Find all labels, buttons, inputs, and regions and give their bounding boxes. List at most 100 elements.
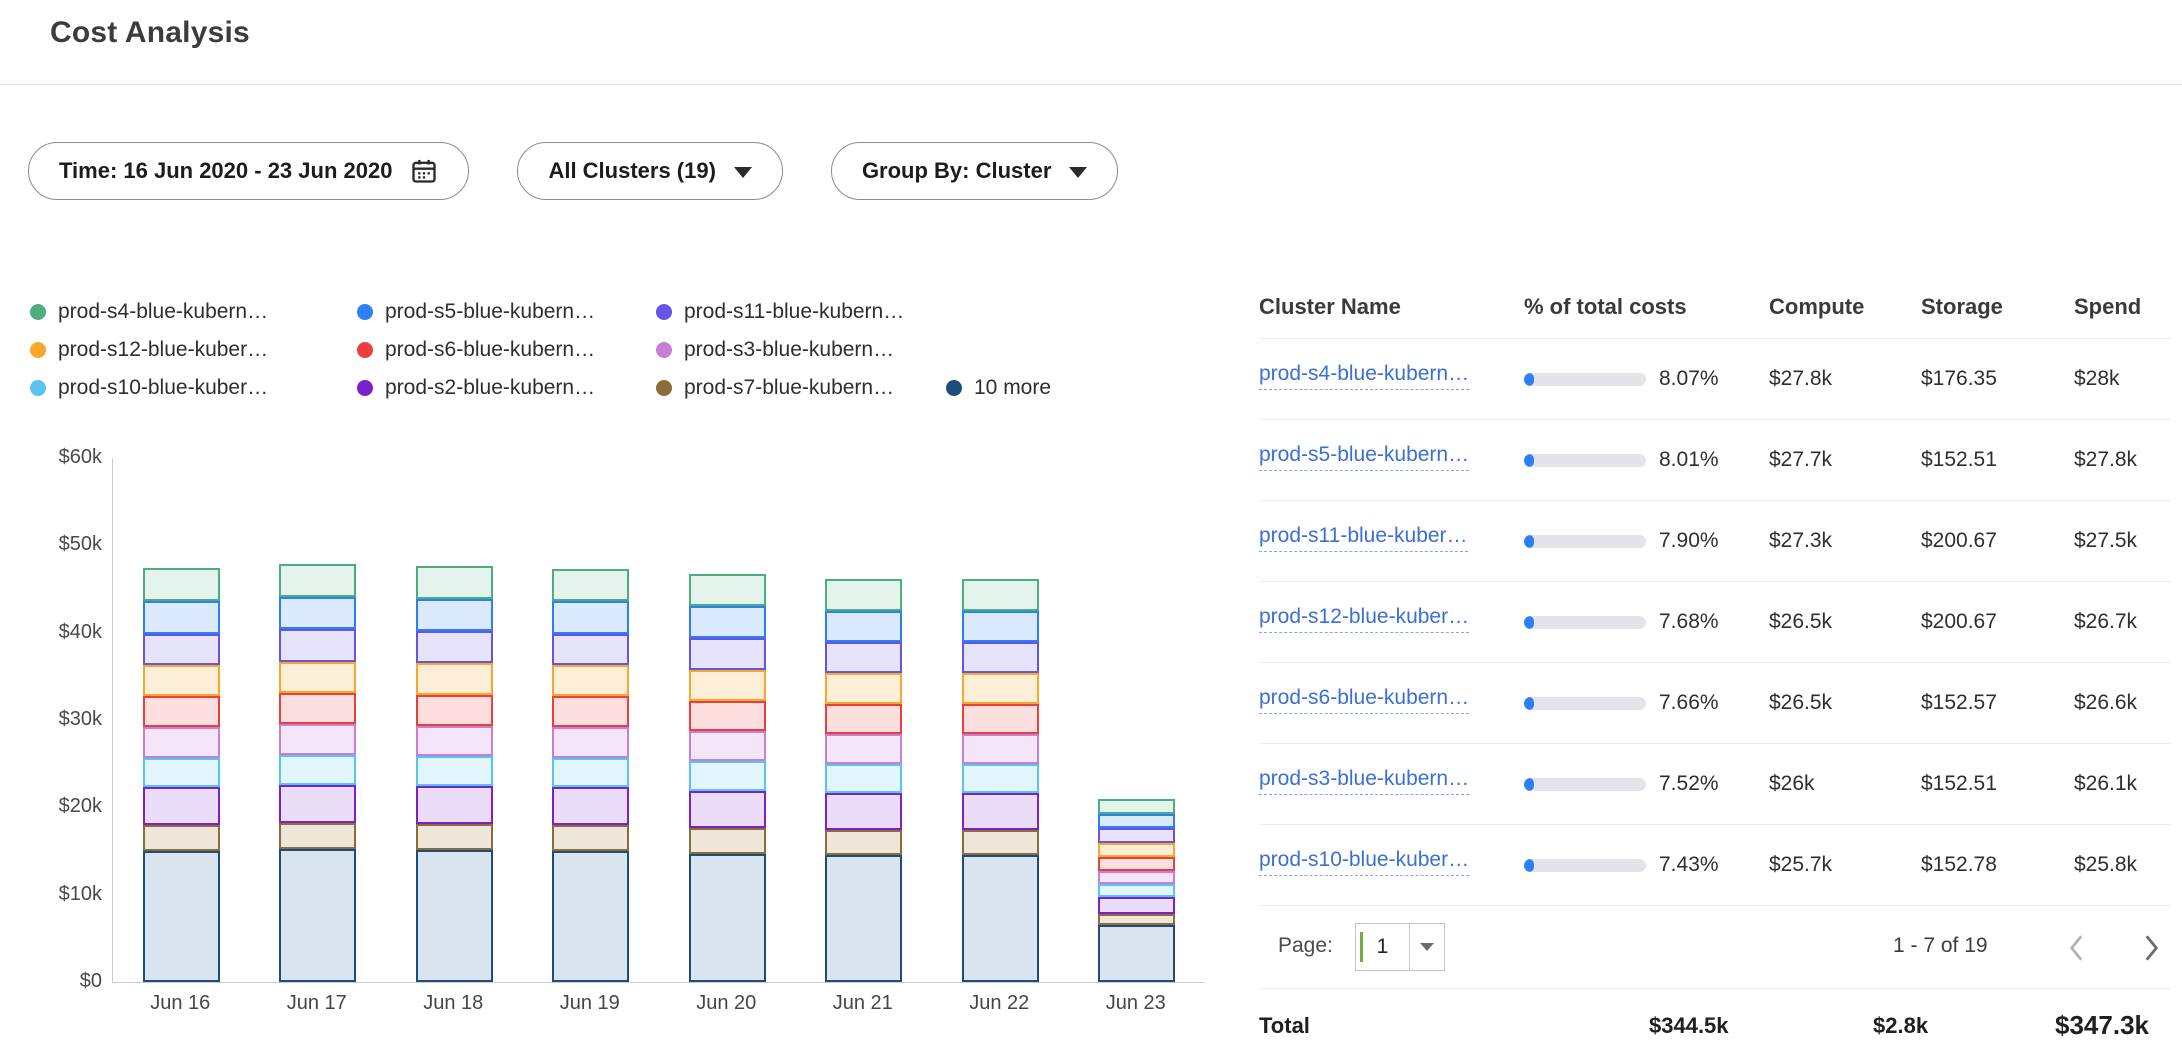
- legend-item[interactable]: prod-s5-blue-kubern…: [357, 300, 656, 324]
- bar-segment[interactable]: [825, 734, 902, 764]
- bar-segment[interactable]: [1098, 814, 1175, 828]
- cluster-link[interactable]: prod-s3-blue-kubern…: [1259, 767, 1469, 795]
- bar-segment[interactable]: [962, 579, 1039, 611]
- bar-segment[interactable]: [962, 793, 1039, 830]
- bar-segment[interactable]: [962, 764, 1039, 793]
- bar-segment[interactable]: [143, 601, 220, 633]
- bar-segment[interactable]: [279, 755, 356, 785]
- bar-segment[interactable]: [416, 631, 493, 663]
- bar-segment[interactable]: [825, 611, 902, 642]
- legend-item[interactable]: prod-s12-blue-kuber…: [30, 338, 357, 362]
- time-range-filter[interactable]: Time: 16 Jun 2020 - 23 Jun 2020: [28, 142, 469, 200]
- bar-segment[interactable]: [689, 731, 766, 761]
- bar-segment[interactable]: [416, 850, 493, 982]
- bar-segment[interactable]: [962, 704, 1039, 735]
- bar-segment[interactable]: [689, 701, 766, 732]
- bar-segment[interactable]: [143, 825, 220, 851]
- prev-page-button[interactable]: [2059, 930, 2095, 966]
- stacked-bar[interactable]: [1098, 799, 1175, 982]
- bar-segment[interactable]: [416, 663, 493, 694]
- bar-segment[interactable]: [279, 629, 356, 661]
- bar-segment[interactable]: [1098, 799, 1175, 814]
- bar-segment[interactable]: [689, 638, 766, 669]
- cluster-link[interactable]: prod-s6-blue-kubern…: [1259, 686, 1469, 714]
- bar-segment[interactable]: [279, 693, 356, 724]
- bar-segment[interactable]: [1098, 828, 1175, 842]
- cluster-link[interactable]: prod-s11-blue-kuber…: [1259, 524, 1468, 552]
- bar-segment[interactable]: [416, 756, 493, 786]
- bar-segment[interactable]: [552, 851, 629, 982]
- bar-segment[interactable]: [416, 599, 493, 631]
- bar-segment[interactable]: [143, 787, 220, 825]
- bar-segment[interactable]: [279, 849, 356, 982]
- clusters-filter[interactable]: All Clusters (19): [517, 142, 783, 200]
- bar-segment[interactable]: [1098, 884, 1175, 897]
- bar-segment[interactable]: [416, 566, 493, 599]
- stacked-bar[interactable]: [962, 579, 1039, 982]
- stacked-bar[interactable]: [689, 574, 766, 982]
- bar-segment[interactable]: [1098, 914, 1175, 925]
- page-select[interactable]: 1: [1355, 923, 1445, 971]
- bar-segment[interactable]: [143, 696, 220, 727]
- legend-item[interactable]: prod-s3-blue-kubern…: [656, 338, 946, 362]
- bar-segment[interactable]: [279, 597, 356, 630]
- group-by-filter[interactable]: Group By: Cluster: [831, 142, 1118, 200]
- bar-segment[interactable]: [1098, 897, 1175, 914]
- bar-segment[interactable]: [1098, 925, 1175, 982]
- bar-segment[interactable]: [962, 830, 1039, 855]
- stacked-bar[interactable]: [825, 579, 902, 982]
- cluster-link[interactable]: prod-s12-blue-kuber…: [1259, 605, 1469, 633]
- bar-segment[interactable]: [825, 579, 902, 611]
- bar-segment[interactable]: [552, 825, 629, 851]
- stacked-bar[interactable]: [552, 569, 629, 982]
- bar-segment[interactable]: [825, 673, 902, 704]
- cluster-link[interactable]: prod-s4-blue-kubern…: [1259, 362, 1469, 390]
- bar-segment[interactable]: [552, 601, 629, 633]
- bar-segment[interactable]: [552, 787, 629, 825]
- bar-segment[interactable]: [416, 726, 493, 757]
- bar-segment[interactable]: [689, 761, 766, 791]
- bar-segment[interactable]: [689, 854, 766, 982]
- bar-segment[interactable]: [279, 724, 356, 755]
- cluster-link[interactable]: prod-s10-blue-kuber…: [1259, 848, 1469, 876]
- legend-item[interactable]: prod-s4-blue-kubern…: [30, 300, 357, 324]
- bar-segment[interactable]: [689, 828, 766, 854]
- bar-segment[interactable]: [689, 791, 766, 828]
- bar-segment[interactable]: [1098, 871, 1175, 885]
- legend-item[interactable]: prod-s7-blue-kubern…: [656, 376, 946, 400]
- stacked-bar[interactable]: [143, 568, 220, 982]
- legend-item[interactable]: prod-s2-blue-kubern…: [357, 376, 656, 400]
- bar-segment[interactable]: [825, 793, 902, 830]
- bar-segment[interactable]: [416, 786, 493, 824]
- bar-segment[interactable]: [962, 734, 1039, 764]
- bar-segment[interactable]: [143, 851, 220, 982]
- bar-segment[interactable]: [279, 662, 356, 693]
- bar-segment[interactable]: [143, 727, 220, 757]
- bar-segment[interactable]: [552, 727, 629, 757]
- bar-segment[interactable]: [825, 855, 902, 982]
- bar-segment[interactable]: [552, 696, 629, 727]
- bar-segment[interactable]: [825, 830, 902, 855]
- bar-segment[interactable]: [962, 673, 1039, 704]
- bar-segment[interactable]: [143, 568, 220, 601]
- bar-segment[interactable]: [552, 569, 629, 601]
- bar-segment[interactable]: [279, 785, 356, 823]
- bar-segment[interactable]: [143, 634, 220, 666]
- bar-segment[interactable]: [416, 824, 493, 850]
- next-page-button[interactable]: [2133, 930, 2169, 966]
- bar-segment[interactable]: [689, 606, 766, 638]
- bar-segment[interactable]: [552, 665, 629, 696]
- legend-item[interactable]: prod-s11-blue-kubern…: [656, 300, 946, 324]
- bar-segment[interactable]: [552, 634, 629, 666]
- bar-segment[interactable]: [143, 665, 220, 696]
- bar-segment[interactable]: [962, 855, 1039, 982]
- bar-segment[interactable]: [1098, 857, 1175, 871]
- bar-segment[interactable]: [143, 758, 220, 788]
- legend-item[interactable]: prod-s10-blue-kuber…: [30, 376, 357, 400]
- bar-segment[interactable]: [962, 611, 1039, 642]
- legend-item[interactable]: prod-s6-blue-kubern…: [357, 338, 656, 362]
- bar-segment[interactable]: [962, 642, 1039, 673]
- bar-segment[interactable]: [689, 670, 766, 701]
- bar-segment[interactable]: [279, 564, 356, 597]
- bar-segment[interactable]: [416, 695, 493, 726]
